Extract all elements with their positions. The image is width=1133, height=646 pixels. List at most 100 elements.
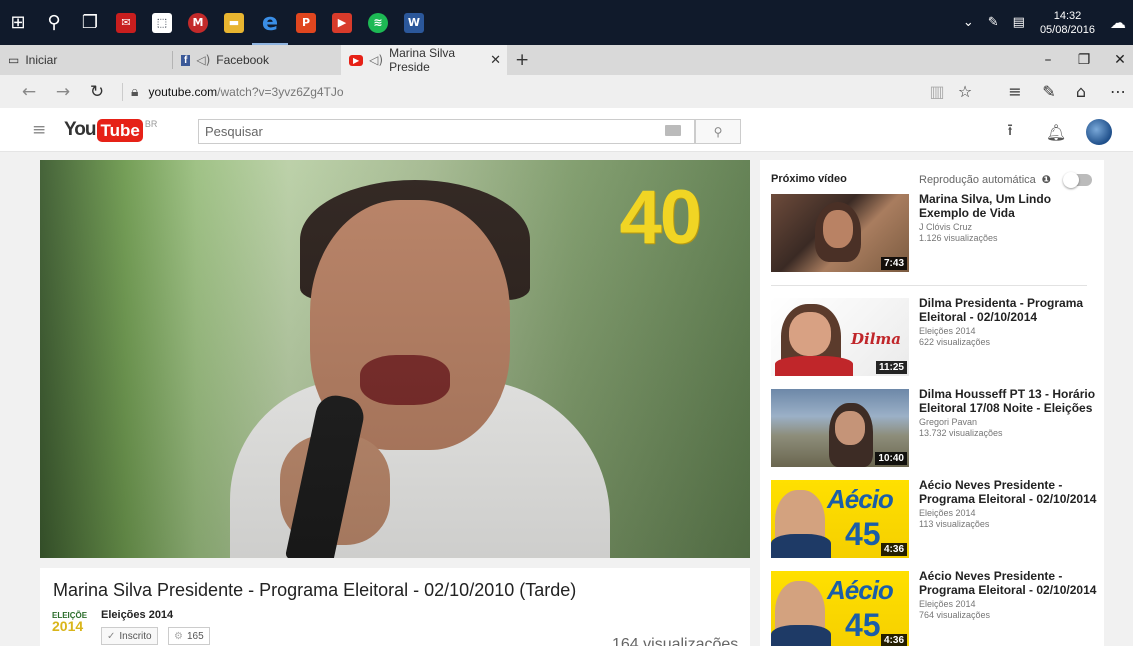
avatar[interactable]	[1086, 119, 1112, 145]
video-thumbnail[interactable]: Aécio 45 4:36	[771, 571, 909, 646]
info-icon[interactable]: ❶	[1042, 173, 1051, 186]
thumbnail-text: Aécio	[827, 575, 894, 605]
task-view-icon[interactable]: ❐	[72, 0, 108, 45]
related-video-title[interactable]: Dilma Presidenta - Programa Eleitoral - …	[919, 296, 1101, 324]
share-icon[interactable]: ⌂	[1066, 75, 1096, 108]
cloud-icon[interactable]: ☁	[1110, 13, 1126, 32]
clock-time: 14:32	[1053, 9, 1082, 22]
start-windows-icon[interactable]: ⊞	[0, 0, 36, 45]
related-video-channel: Gregori Pavan	[919, 417, 978, 427]
word-icon[interactable]: W	[396, 0, 432, 45]
related-video-views: 764 visualizações	[919, 610, 991, 620]
action-center-icon[interactable]: ▤	[1013, 15, 1025, 30]
keyboard-icon[interactable]	[665, 125, 681, 136]
channel-logo[interactable]: ELEIÇÕE 2014	[52, 610, 94, 646]
youtube-icon: ▶	[349, 54, 364, 66]
autoplay-toggle[interactable]	[1063, 172, 1092, 188]
related-video-channel: Eleições 2014	[919, 326, 976, 336]
store-icon[interactable]: ⬚	[144, 0, 180, 45]
chevron-up-icon[interactable]: ⌄	[963, 15, 974, 30]
facebook-icon: f	[181, 54, 191, 66]
browser-tab-bar: ▭ Iniciar f ◁) Facebook ▶ ◁) Marina Silv…	[0, 45, 1133, 75]
video-meta: Dilma Presidenta - Programa Eleitoral - …	[919, 296, 1101, 348]
related-video-item[interactable]: Aécio 45 4:36 Aécio Neves Presidente - P…	[771, 569, 1101, 646]
clock[interactable]: 14:32 05/08/2016	[1040, 9, 1095, 37]
related-video-title[interactable]: Aécio Neves Presidente - Programa Eleito…	[919, 478, 1101, 506]
video-player[interactable]: 40	[40, 160, 750, 558]
close-window-button[interactable]: ✕	[1102, 45, 1133, 75]
video-thumbnail[interactable]: Dilma 11:25	[771, 298, 909, 376]
more-icon[interactable]: ⋯	[1103, 75, 1133, 108]
tab-page-icon: ▭	[8, 53, 20, 67]
video-thumbnail[interactable]: 7:43	[771, 194, 909, 272]
forward-button[interactable]: →	[46, 82, 80, 102]
minimize-button[interactable]: –	[1030, 45, 1066, 75]
tab-label: Facebook	[216, 53, 269, 67]
channel-name[interactable]: Eleições 2014	[101, 609, 173, 621]
related-video-title[interactable]: Marina Silva, Um Lindo Exemplo de Vida	[919, 192, 1101, 220]
tab-label: Marina Silva Preside	[389, 46, 456, 74]
subscriber-count-value: 165	[186, 630, 204, 642]
toggle-knob	[1063, 172, 1079, 188]
web-note-icon[interactable]: ✎	[1034, 75, 1064, 108]
file-explorer-icon[interactable]: ▬	[216, 0, 252, 45]
related-video-title[interactable]: Aécio Neves Presidente - Programa Eleito…	[919, 569, 1101, 597]
hub-icon[interactable]: ≡	[1000, 75, 1030, 108]
youtube-logo[interactable]: You Tube BR	[64, 119, 157, 142]
related-video-views: 622 visualizações	[919, 337, 991, 347]
new-tab-button[interactable]: +	[507, 45, 537, 75]
logo-region: BR	[144, 119, 158, 129]
refresh-button[interactable]: ↻	[80, 82, 114, 102]
related-video-item[interactable]: Dilma 11:25 Dilma Presidenta - Programa …	[771, 296, 1101, 388]
gear-icon[interactable]: ⚙	[174, 631, 183, 642]
tab-marina-silva[interactable]: ▶ ◁) Marina Silva Preside ✕	[341, 45, 507, 75]
related-video-channel: Eleições 2014	[919, 508, 976, 518]
check-icon: ✓	[107, 630, 116, 642]
video-meta: Aécio Neves Presidente - Programa Eleito…	[919, 478, 1101, 530]
favorite-star-icon[interactable]: ☆	[950, 75, 980, 108]
edge-browser-icon[interactable]: e	[252, 0, 288, 45]
duration-badge: 11:25	[875, 361, 907, 374]
pen-icon[interactable]: ✎	[988, 15, 999, 30]
duration-badge: 4:36	[880, 543, 907, 556]
related-video-item[interactable]: 10:40 Dilma Housseff PT 13 - Horário Ele…	[771, 387, 1101, 479]
thumbnail-number: 45	[845, 607, 881, 643]
next-video-label: Próximo vídeo	[771, 173, 847, 185]
video-thumbnail[interactable]: 10:40	[771, 389, 909, 467]
subscriber-count: ⚙ 165	[168, 627, 210, 645]
related-video-item[interactable]: 7:43 Marina Silva, Um Lindo Exemplo de V…	[771, 192, 1101, 284]
office-app-icon[interactable]: P	[288, 0, 324, 45]
search-placeholder: Pesquisar	[205, 124, 263, 139]
thumbnail-clothing	[771, 534, 831, 558]
related-video-channel: Eleições 2014	[919, 599, 976, 609]
restore-button[interactable]: ❐	[1066, 45, 1102, 75]
reading-view-icon[interactable]: ▥	[922, 75, 952, 108]
spotify-icon[interactable]: ≋	[360, 0, 396, 45]
search-button[interactable]: ⚲	[695, 119, 741, 144]
tab-iniciar[interactable]: ▭ Iniciar	[0, 45, 172, 75]
related-videos-sidebar: Próximo vídeo Reprodução automática ❶ 7:…	[760, 160, 1104, 646]
search-icon: ⚲	[713, 124, 723, 139]
autoplay-text: Reprodução automática	[919, 173, 1036, 186]
thumbnail-text: Aécio	[827, 484, 894, 514]
system-tray: ⌄ ✎ ▤ 14:32 05/08/2016 ☁	[956, 0, 1133, 45]
mail-app-icon[interactable]: ✉	[108, 0, 144, 45]
notifications-bell-icon[interactable]: 🔔︎	[1043, 119, 1069, 145]
guide-menu-icon[interactable]: ≡	[32, 120, 46, 140]
video-thumbnail[interactable]: Aécio 45 4:36	[771, 480, 909, 558]
related-video-item[interactable]: Aécio 45 4:36 Aécio Neves Presidente - P…	[771, 478, 1101, 570]
search-input[interactable]: Pesquisar	[198, 119, 695, 144]
media-app-icon[interactable]: ▶	[324, 0, 360, 45]
url-host: youtube.com	[148, 84, 218, 99]
logo-you: You	[64, 119, 97, 140]
related-video-title[interactable]: Dilma Housseff PT 13 - Horário Eleitoral…	[919, 387, 1101, 415]
back-button[interactable]: ←	[12, 82, 46, 102]
shield-app-icon[interactable]: M	[180, 0, 216, 45]
tab-facebook[interactable]: f ◁) Facebook	[173, 45, 341, 75]
close-tab-icon[interactable]: ✕	[490, 53, 501, 68]
subscribed-button[interactable]: ✓ Inscrito	[101, 627, 158, 645]
upload-icon[interactable]: ⭱	[997, 119, 1023, 145]
subscribed-label: Inscrito	[119, 630, 152, 642]
search-icon[interactable]: ⚲	[36, 0, 72, 45]
url-field[interactable]: youtube.com/watch?v=3yvz6Zg4TJo	[148, 85, 343, 99]
